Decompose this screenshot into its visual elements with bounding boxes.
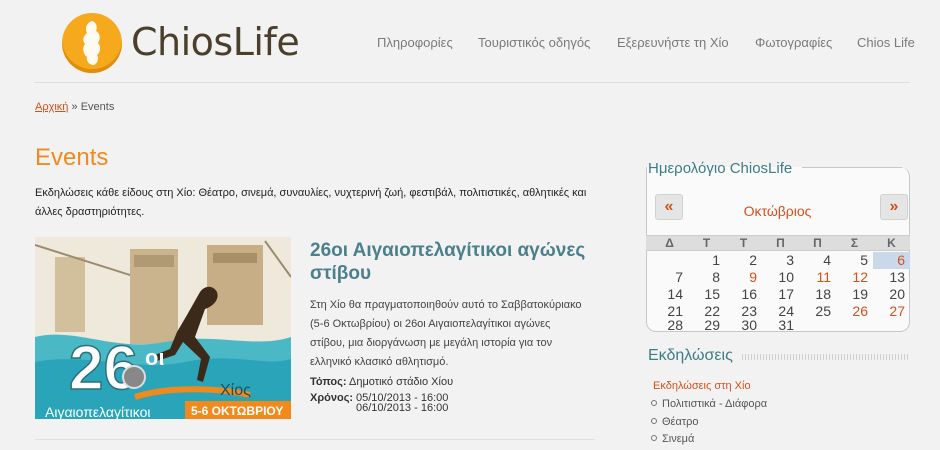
calendar-month: Οκτώβριος [743,203,812,219]
calendar-day[interactable]: 6 [873,252,910,269]
breadcrumb-separator: » [71,101,78,113]
calendar-day[interactable]: 7 [651,269,688,286]
nav-photos[interactable]: Φωτογραφίες [755,35,832,50]
calendar-day[interactable]: 25 [799,303,836,320]
calendar-day[interactable]: 29 [688,317,725,334]
page-title: Events [35,144,109,171]
calendar-day[interactable]: 2 [725,252,762,269]
content-divider [35,439,595,440]
event-time-end: 06/10/2013 - 16:00 [356,402,449,414]
calendar-day[interactable]: 30 [725,317,762,334]
event-description: Στη Χίο θα πραγματοποιηθούν αυτό το Σαββ… [310,299,582,368]
nav-chios-life[interactable]: Chios Life [857,35,915,50]
event-poster-image[interactable]: 26 οι Χίος 5-6 ΟΚΤΩΒΡΙΟΥ Αιγαιοπελαγίτικ… [35,237,291,419]
calendar-top-border [802,167,902,168]
calendar-day[interactable]: 17 [762,286,799,303]
calendar-day[interactable]: 13 [873,269,910,286]
events-category-link[interactable]: Εκδηλώσεις στη Χίο [653,380,751,392]
events-item-cinema[interactable]: Σινεμά [651,433,694,445]
event-time-label: Χρόνος: [310,392,354,404]
events-item-cultural[interactable]: Πολιτιστικά - Διάφορα [651,398,767,410]
calendar-day[interactable]: 15 [688,286,725,303]
calendar-day[interactable]: 31 [762,317,799,334]
calendar-weekday: Σ [850,236,859,250]
calendar-day[interactable]: 19 [836,286,873,303]
event-title-link[interactable]: 26οι Αιγαιοπελαγίτικοι αγώνες στίβου [310,239,610,285]
event-place: Δημοτικό στάδιο Χίου [349,376,454,388]
calendar-day[interactable]: 5 [836,252,873,269]
nav-info[interactable]: Πληροφορίες [377,35,453,50]
events-item-theatre[interactable]: Θέατρο [651,416,699,428]
calendar-day[interactable]: 10 [762,269,799,286]
nav-explore-chios[interactable]: Εξερευνήστε τη Χίο [617,35,729,50]
events-title-rule [742,354,910,360]
calendar-day[interactable]: 27 [873,303,910,320]
calendar-day[interactable]: 20 [873,286,910,303]
calendar-day[interactable]: 9 [725,269,762,286]
calendar-day[interactable]: 8 [688,269,725,286]
calendar-day[interactable]: 11 [799,269,836,286]
calendar-day[interactable]: 26 [836,303,873,320]
breadcrumb-current: Events [80,101,115,113]
breadcrumb-home-link[interactable]: Αρχική [35,101,68,113]
calendar-day[interactable]: 14 [651,286,688,303]
poster-name: Αιγαιοπελαγίτικοι [45,404,151,419]
breadcrumb: Αρχική » Events [35,101,114,113]
poster-suffix: οι [145,345,165,370]
calendar-weekday: Π [776,236,785,250]
calendar-day[interactable]: 16 [725,286,762,303]
calendar-title: Ημερολόγιο ChiosLife [648,160,793,177]
main-nav: Πληροφορίες Τουριστικός οδηγός Εξερευνήσ… [0,35,940,55]
calendar-day[interactable]: 4 [799,252,836,269]
nav-tourist-guide[interactable]: Τουριστικός οδηγός [478,35,590,50]
header-divider [35,82,910,83]
calendar-day[interactable]: 3 [762,252,799,269]
calendar-day[interactable]: 28 [651,317,688,334]
calendar-day[interactable]: 1 [688,252,725,269]
calendar-weekday: Δ [665,236,674,250]
events-sidebar-title: Εκδηλώσεις [648,347,733,364]
calendar-weekday-header: ΔΤΤΠΠΣΚ [646,235,910,251]
calendar-weekday: Π [813,236,822,250]
calendar-weekday: Κ [887,236,896,250]
page-intro: Εκδηλώσεις κάθε είδους στη Χίο: Θέατρο, … [35,187,587,218]
poster-dates: 5-6 ΟΚΤΩΒΡΙΟΥ [191,404,283,418]
site-header: ChiosLife Πληροφορίες Τουριστικός οδηγός… [0,0,940,82]
calendar-weekday: Τ [702,236,711,250]
event-place-label: Τόπος: [310,376,347,388]
calendar-day[interactable]: 18 [799,286,836,303]
calendar-prev-button[interactable]: « [655,194,683,220]
calendar-next-button[interactable]: » [880,194,908,220]
calendar-weekday: Τ [739,236,748,250]
poster-place: Χίος [220,382,251,399]
calendar-day[interactable]: 12 [836,269,873,286]
